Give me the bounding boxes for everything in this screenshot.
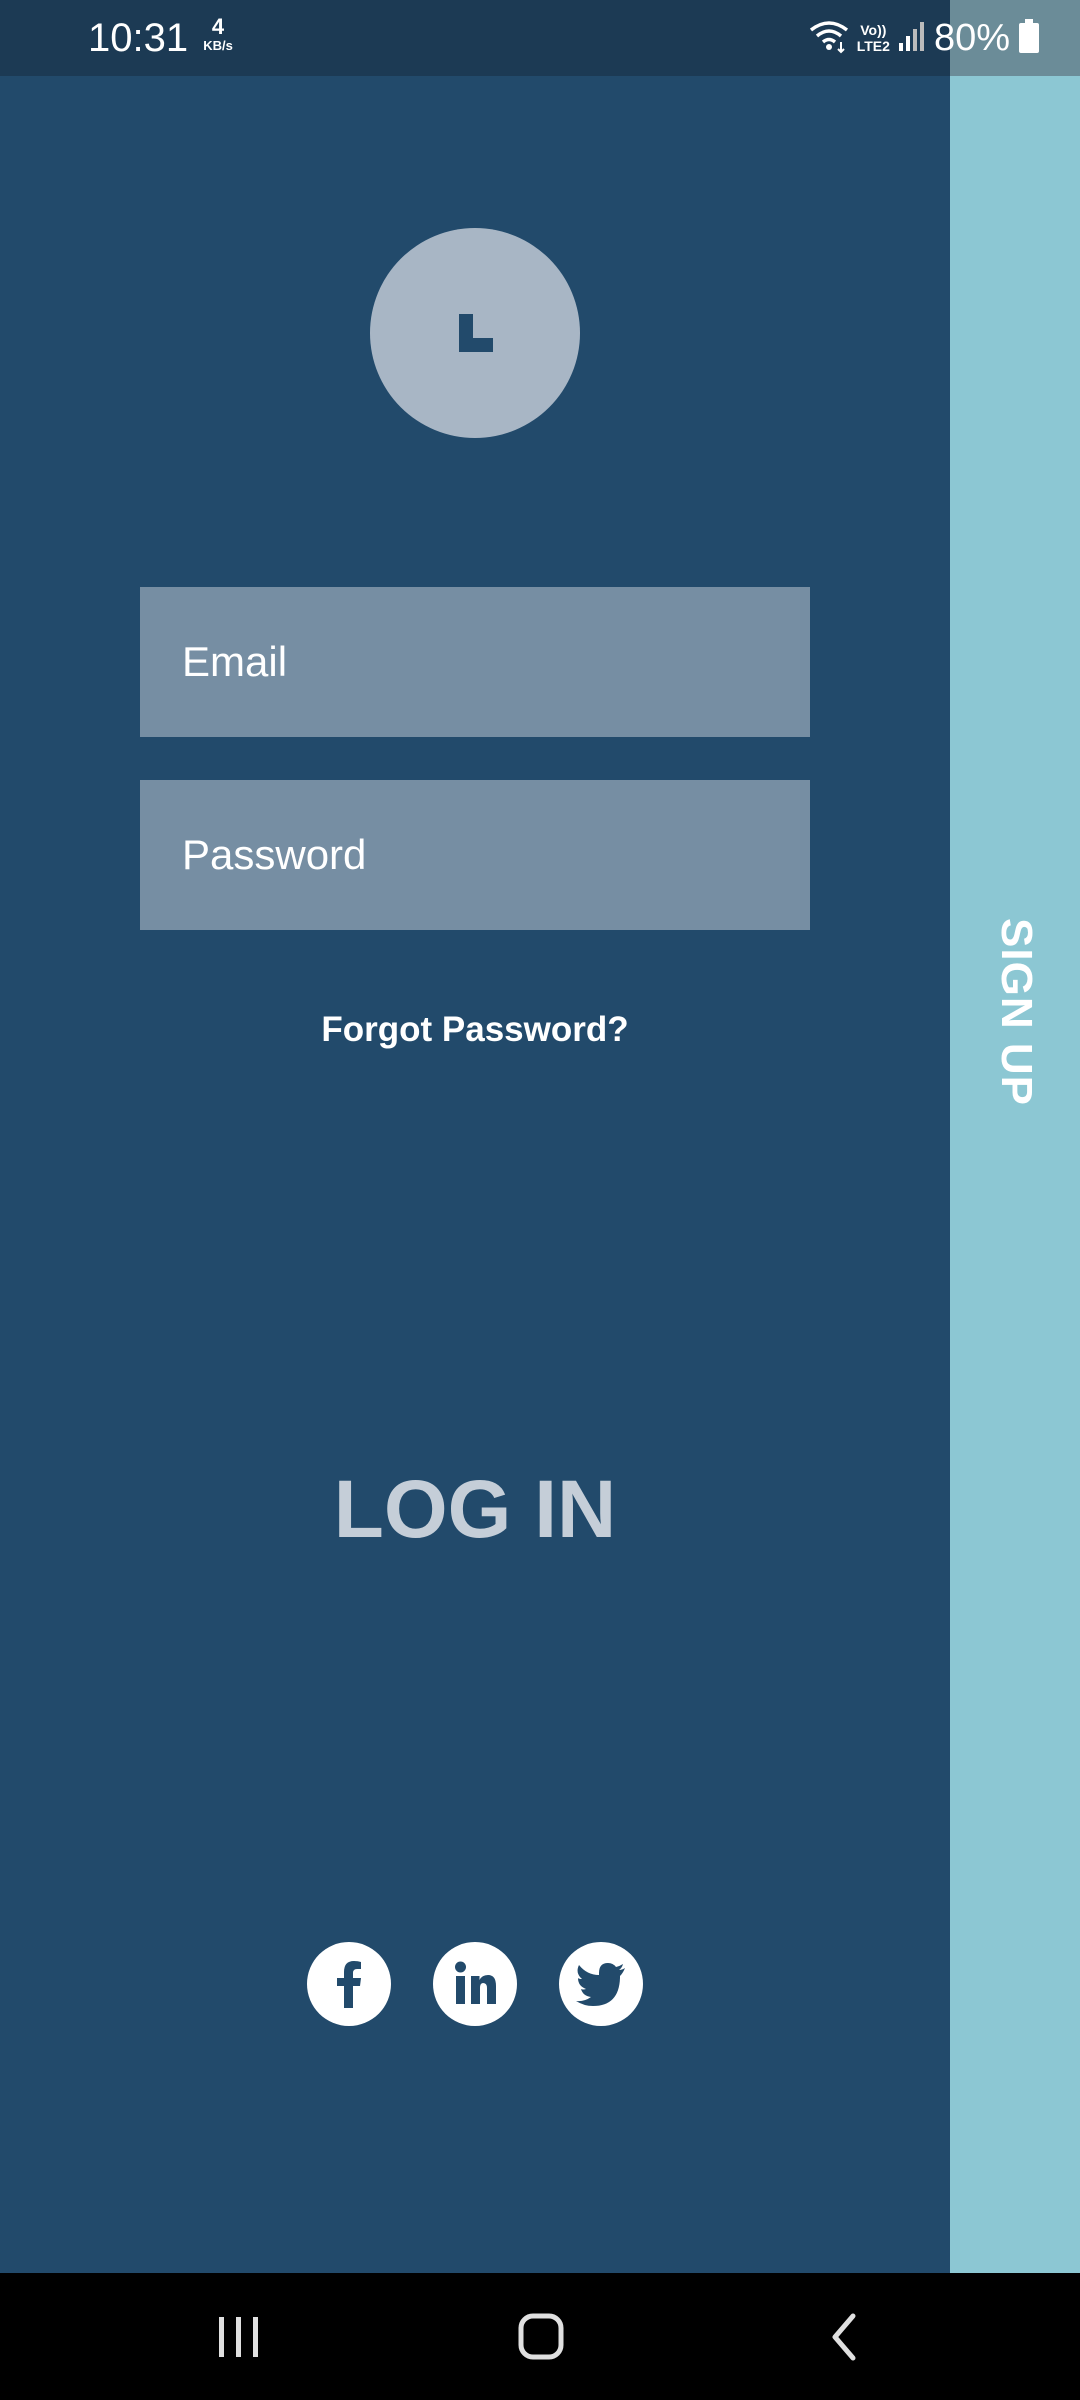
password-field[interactable] xyxy=(140,780,810,930)
email-field[interactable] xyxy=(140,587,810,737)
wifi-icon xyxy=(809,18,849,59)
volte-indicator: Vo)) LTE2 xyxy=(857,22,890,54)
battery-icon xyxy=(1018,18,1040,59)
login-button[interactable]: LOG IN xyxy=(240,1450,710,1570)
recents-button[interactable] xyxy=(178,2295,298,2379)
recents-icon xyxy=(219,2317,258,2357)
login-screen: 10:31 4 KB/s Vo)) LTE2 80% SIGN UP Email… xyxy=(0,0,1080,2400)
navigation-bar xyxy=(0,2273,1080,2400)
volte-bottom: LTE2 xyxy=(856,38,890,54)
back-button[interactable] xyxy=(782,2295,902,2379)
status-icons: Vo)) LTE2 80% xyxy=(809,14,1040,62)
home-button[interactable] xyxy=(480,2295,600,2379)
network-speed: 4 KB/s xyxy=(198,16,238,54)
volte-top: Vo)) xyxy=(860,22,887,38)
home-icon xyxy=(518,2313,564,2360)
status-time: 10:31 xyxy=(88,16,189,60)
signup-button[interactable]: SIGN UP xyxy=(991,918,1041,1106)
signal-icon xyxy=(898,19,926,58)
forgot-password-link[interactable]: Forgot Password? xyxy=(140,1010,810,1050)
logo-l-icon xyxy=(459,314,493,352)
facebook-icon xyxy=(337,1961,361,2008)
network-speed-value: 4 xyxy=(211,14,225,39)
back-icon xyxy=(832,2313,856,2361)
battery-percent: 80% xyxy=(933,17,1010,59)
signup-panel[interactable] xyxy=(950,76,1080,2273)
twitter-icon xyxy=(576,1963,625,2006)
facebook-login-button[interactable] xyxy=(307,1942,391,2026)
twitter-login-button[interactable] xyxy=(559,1942,643,2026)
network-speed-unit: KB/s xyxy=(203,38,233,53)
linkedin-login-button[interactable] xyxy=(433,1942,517,2026)
status-bar: 10:31 4 KB/s Vo)) LTE2 80% xyxy=(0,0,1080,76)
linkedin-icon xyxy=(455,1961,496,2004)
app-logo xyxy=(370,228,580,438)
